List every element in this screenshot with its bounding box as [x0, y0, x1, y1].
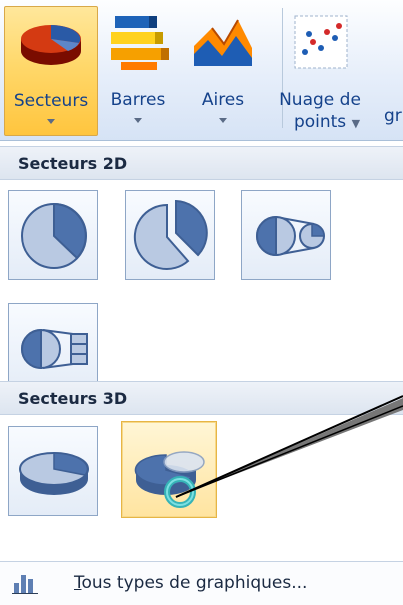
- chevron-down-icon: [47, 119, 55, 124]
- exploded-pie-3d-tile[interactable]: [121, 421, 217, 518]
- scatter-chart-label: Nuage de: [279, 90, 361, 110]
- chart-ribbon-group: Secteurs Barres Aires Nuage de points ▼ …: [0, 0, 403, 141]
- busy-cursor-icon: [164, 476, 196, 508]
- scatter-chart-label-line2: points ▼: [293, 112, 361, 132]
- pie-of-pie-tile[interactable]: [241, 190, 331, 280]
- clipped-ribbon-label: gr: [384, 106, 402, 126]
- area-chart-label: Aires: [201, 90, 245, 110]
- all-chart-types-link[interactable]: Tous types de graphiques...: [74, 573, 307, 593]
- section-title-2d: Secteurs 2D: [18, 154, 128, 173]
- bar-chart-icon: [111, 16, 169, 70]
- pie-chart-button[interactable]: Secteurs: [4, 6, 98, 136]
- section-title-3d: Secteurs 3D: [18, 389, 128, 408]
- chevron-down-icon: [134, 118, 142, 123]
- all-chart-types-row[interactable]: Tous types de graphiques...: [0, 561, 403, 605]
- chart-types-icon: [12, 575, 38, 594]
- pie-chart-icon: [21, 25, 81, 65]
- pie-3d-icon: [19, 452, 89, 495]
- bar-chart-button[interactable]: Barres: [104, 6, 172, 136]
- exploded-pie-2d-tile[interactable]: [125, 190, 215, 280]
- pie-3d-tile[interactable]: [8, 426, 98, 516]
- pie-chart-label: Secteurs: [13, 91, 89, 111]
- pie-2d-tile[interactable]: [8, 190, 98, 280]
- pie-2d-icon: [21, 202, 87, 269]
- bar-of-pie-tile[interactable]: [8, 303, 98, 393]
- chevron-down-icon: [219, 118, 227, 123]
- exploded-pie-2d-icon: [133, 199, 208, 270]
- scatter-chart-button[interactable]: Nuage de points ▼: [268, 6, 372, 136]
- scatter-chart-icon: [294, 15, 348, 69]
- area-chart-icon: [194, 19, 252, 66]
- area-chart-button[interactable]: Aires: [190, 6, 256, 136]
- section-header-2d: Secteurs 2D: [0, 146, 403, 180]
- chevron-down-icon: ▼: [351, 117, 361, 130]
- pie-of-pie-icon: [256, 215, 325, 257]
- bar-chart-label: Barres: [110, 90, 166, 110]
- section-header-3d: Secteurs 3D: [0, 381, 403, 415]
